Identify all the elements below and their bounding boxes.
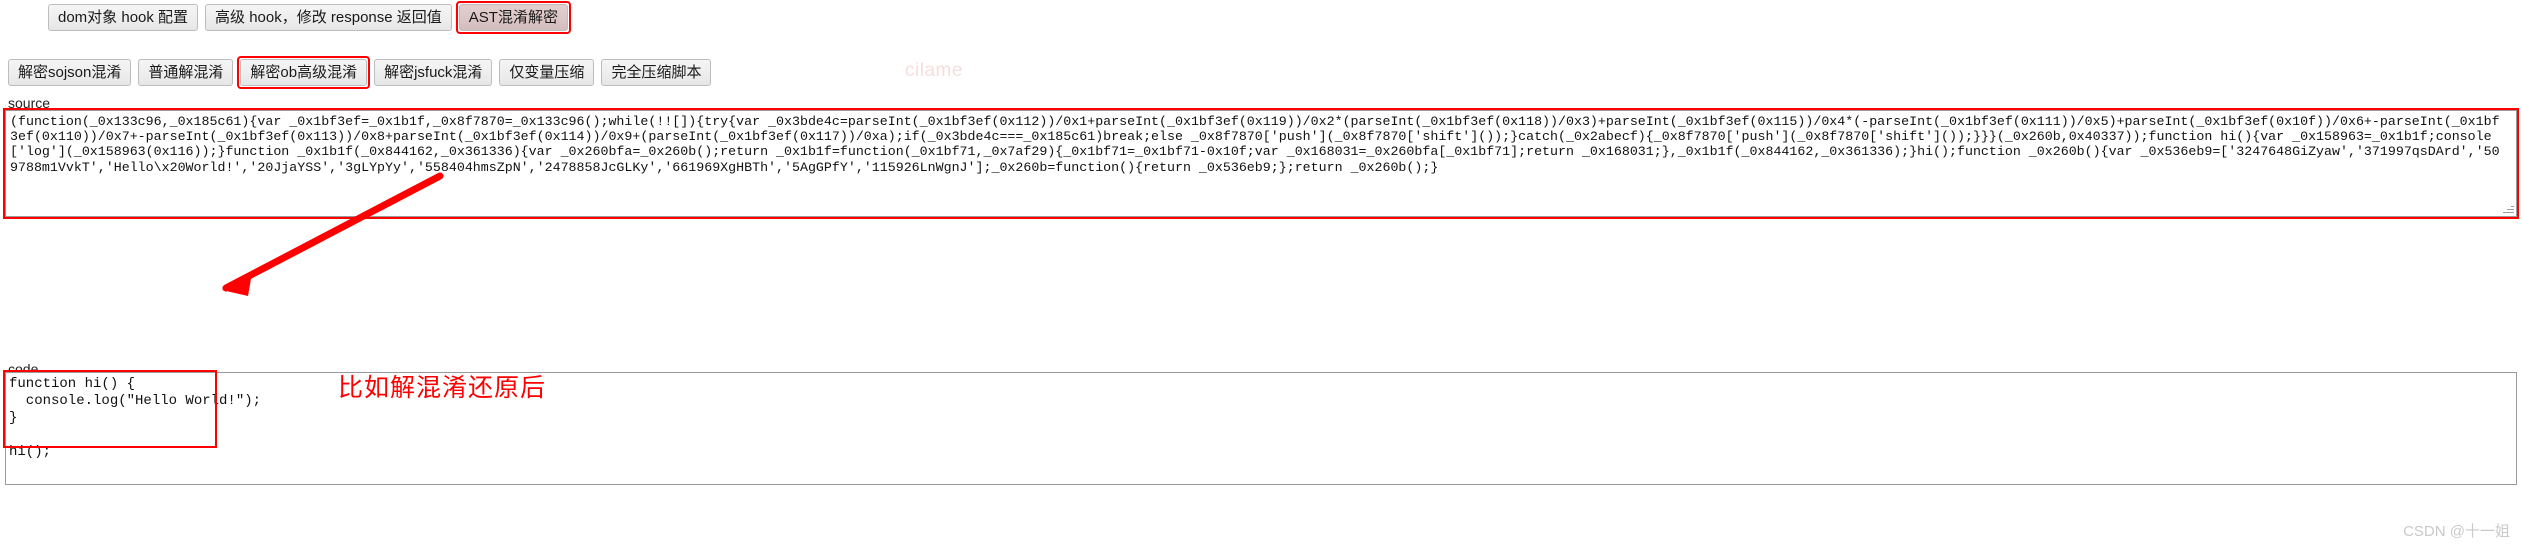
- toolbar-second: 解密sojson混淆 普通解混淆 解密ob高级混淆 解密jsfuck混淆 仅变量…: [0, 55, 2522, 89]
- button-decrypt-jsfuck[interactable]: 解密jsfuck混淆: [374, 58, 493, 86]
- csdn-watermark: CSDN @十一姐: [2403, 523, 2510, 540]
- button-variable-compress-only[interactable]: 仅变量压缩: [499, 58, 595, 86]
- button-decrypt-ob-advanced[interactable]: 解密ob高级混淆: [237, 55, 370, 89]
- button-full-compress-script[interactable]: 完全压缩脚本: [601, 58, 712, 86]
- button-decrypt-sojson[interactable]: 解密sojson混淆: [8, 58, 132, 86]
- cilame-watermark: cilame: [905, 60, 963, 81]
- button-ast-deobfuscate[interactable]: AST混淆解密: [455, 0, 572, 34]
- toolbar-top: dom对象 hook 配置 高级 hook，修改 response 返回值 AS…: [0, 0, 2522, 34]
- button-advanced-hook-response[interactable]: 高级 hook，修改 response 返回值: [205, 3, 452, 31]
- annotation-text: 比如解混淆还原后: [338, 374, 547, 402]
- source-field-label: source: [8, 95, 51, 111]
- button-dom-hook-config[interactable]: dom对象 hook 配置: [48, 3, 199, 31]
- source-highlight-box: [3, 108, 2519, 219]
- button-normal-deobfuscate[interactable]: 普通解混淆: [138, 58, 234, 86]
